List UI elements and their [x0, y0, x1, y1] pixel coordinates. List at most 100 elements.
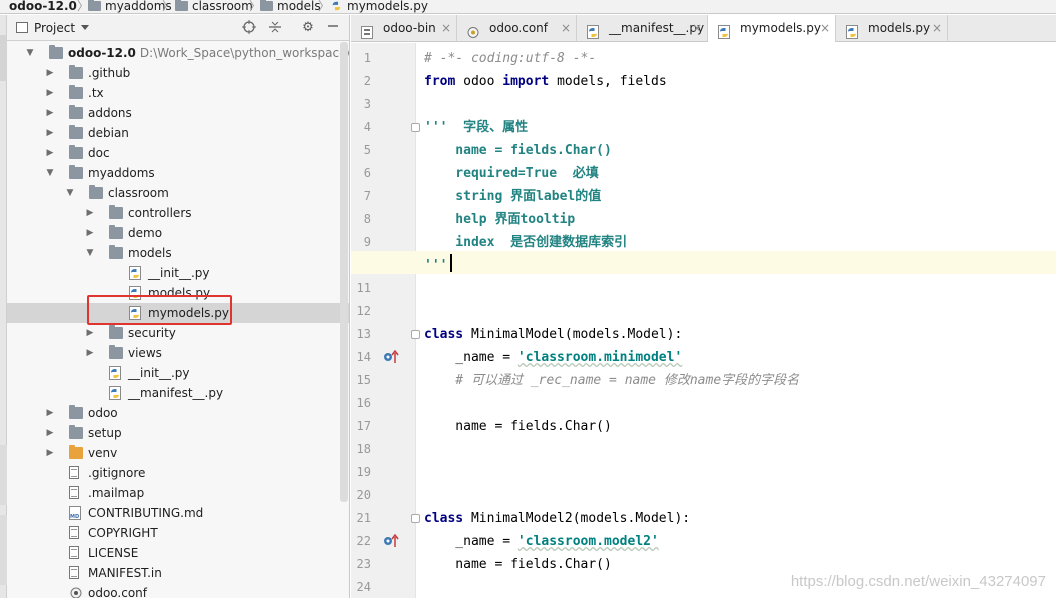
code-line[interactable]: _name = 'classroom.minimodel': [424, 346, 682, 369]
tree-item-manifest-in[interactable]: MANIFEST.in: [7, 563, 349, 583]
breadcrumb-separator: 〉: [318, 0, 331, 13]
code-line[interactable]: class MinimalModel(models.Model):: [424, 323, 682, 346]
chevron-right-icon[interactable]: ▶: [45, 123, 55, 143]
tree-item-init-py[interactable]: __init__.py: [7, 363, 349, 383]
code-line[interactable]: from odoo import models, fields: [424, 70, 667, 93]
tab-manifest-py[interactable]: __manifest__.py ×: [577, 15, 708, 42]
chevron-right-icon[interactable]: ▶: [45, 143, 55, 163]
tree-item-license[interactable]: LICENSE: [7, 543, 349, 563]
python-file-icon: [718, 22, 730, 39]
tree-item-label: myaddoms: [88, 166, 155, 180]
tree-item-label: .gitignore: [88, 466, 146, 480]
fold-icon[interactable]: [411, 330, 420, 339]
code-line[interactable]: name = fields.Char(): [424, 415, 612, 438]
tree-item-mailmap[interactable]: .mailmap: [7, 483, 349, 503]
tree-item-demo[interactable]: ▶ demo: [7, 223, 349, 243]
chevron-right-icon[interactable]: ▶: [85, 343, 95, 363]
code-line[interactable]: ''': [424, 254, 447, 277]
override-method-icon[interactable]: [383, 533, 399, 548]
tab-label: __manifest__.py: [609, 21, 705, 35]
tree-item-contributing-md[interactable]: MD CONTRIBUTING.md: [7, 503, 349, 523]
tree-item-security[interactable]: ▶ security: [7, 323, 349, 343]
folder-icon: [175, 0, 188, 11]
chevron-right-icon[interactable]: ▶: [85, 223, 95, 243]
folder-icon: [49, 45, 63, 59]
tree-item-copyright[interactable]: COPYRIGHT: [7, 523, 349, 543]
chevron-down-icon[interactable]: ▼: [45, 163, 55, 183]
code-editor[interactable]: 123456789101112131415161718192021222324 …: [351, 43, 1056, 598]
hide-panel-icon[interactable]: [325, 20, 341, 36]
project-view-selector[interactable]: Project: [16, 21, 90, 35]
code-line[interactable]: _name = 'classroom.model2': [424, 530, 659, 553]
chevron-right-icon[interactable]: ▶: [85, 323, 95, 343]
tree-item-views[interactable]: ▶ views: [7, 343, 349, 363]
code-line[interactable]: string 界面label的值: [424, 185, 601, 208]
close-icon[interactable]: ×: [441, 15, 451, 42]
code-line[interactable]: name = fields.Char(): [424, 139, 612, 162]
locate-file-icon[interactable]: [241, 20, 257, 36]
code-line[interactable]: ''' 字段、属性: [424, 116, 528, 139]
code-line[interactable]: help 界面tooltip: [424, 208, 575, 231]
close-icon[interactable]: ×: [561, 15, 571, 42]
tree-item-gitignore[interactable]: .gitignore: [7, 463, 349, 483]
tree-item-init-py[interactable]: __init__.py: [7, 263, 349, 283]
tree-item-setup[interactable]: ▶ setup: [7, 423, 349, 443]
breadcrumb-item-classroom[interactable]: classroom: [175, 0, 253, 13]
gear-icon[interactable]: ⚙: [300, 20, 316, 36]
chevron-right-icon[interactable]: ▶: [45, 83, 55, 103]
breadcrumb-item-project[interactable]: odoo-12.0: [9, 0, 77, 13]
tab-models-py[interactable]: models.py ×: [836, 15, 948, 42]
chevron-right-icon[interactable]: ▶: [45, 443, 55, 463]
chevron-down-icon[interactable]: ▼: [25, 43, 35, 63]
tree-item-addons[interactable]: ▶ addons: [7, 103, 349, 123]
tree-item-controllers[interactable]: ▶ controllers: [7, 203, 349, 223]
line-number: 21: [356, 511, 371, 525]
tree-item-doc[interactable]: ▶ doc: [7, 143, 349, 163]
tree-item-odoo-conf[interactable]: odoo.conf: [7, 583, 349, 598]
tab-mymodels-py[interactable]: mymodels.py ×: [708, 15, 836, 43]
override-method-icon[interactable]: [383, 349, 399, 364]
chevron-right-icon[interactable]: ▶: [45, 403, 55, 423]
breadcrumb-item-myaddoms[interactable]: myaddoms: [88, 0, 172, 13]
code-line[interactable]: required=True 必填: [424, 162, 598, 185]
tree-item-manifest-py[interactable]: __manifest__.py: [7, 383, 349, 403]
text-cursor: [450, 254, 452, 272]
tree-item-github[interactable]: ▶ .github: [7, 63, 349, 83]
code-line[interactable]: index 是否创建数据库索引: [424, 231, 627, 254]
close-icon[interactable]: ×: [692, 15, 702, 42]
structure-tool-button[interactable]: [0, 445, 7, 505]
code-line[interactable]: # 可以通过 _rec_name = name 修改name字段的字段名: [424, 369, 799, 392]
tree-item-odoo-12-0[interactable]: ▼ odoo-12.0 D:\Work_Space\python_workspace…: [7, 43, 349, 63]
text-file-icon: [69, 526, 79, 539]
project-scrollbar[interactable]: [340, 42, 348, 502]
tab-odoo-bin[interactable]: odoo-bin ×: [351, 15, 457, 42]
tree-item-myaddoms[interactable]: ▼ myaddoms: [7, 163, 349, 183]
code-line[interactable]: class MinimalModel2(models.Model):: [424, 507, 690, 530]
tree-item-classroom[interactable]: ▼ classroom: [7, 183, 349, 203]
collapse-all-icon[interactable]: [267, 20, 283, 36]
chevron-right-icon[interactable]: ▶: [45, 103, 55, 123]
tree-item-debian[interactable]: ▶ debian: [7, 123, 349, 143]
breadcrumb-item-file[interactable]: mymodels.py: [330, 0, 428, 13]
tree-item-tx[interactable]: ▶ .tx: [7, 83, 349, 103]
project-tool-button[interactable]: [0, 35, 7, 81]
favorites-tool-button[interactable]: [0, 515, 7, 585]
fold-icon[interactable]: [411, 123, 420, 132]
fold-icon[interactable]: [411, 514, 420, 523]
tree-item-venv[interactable]: ▶ venv: [7, 443, 349, 463]
close-icon[interactable]: ×: [820, 15, 830, 42]
markdown-file-icon: MD: [69, 506, 81, 520]
close-icon[interactable]: ×: [932, 15, 942, 42]
tree-item-models[interactable]: ▼ models: [7, 243, 349, 263]
chevron-right-icon[interactable]: ▶: [45, 423, 55, 443]
tab-odoo-conf[interactable]: odoo.conf ×: [457, 15, 577, 42]
code-line[interactable]: # -*- coding:utf-8 -*-: [424, 47, 596, 70]
chevron-down-icon[interactable]: ▼: [85, 243, 95, 263]
chevron-right-icon[interactable]: ▶: [45, 63, 55, 83]
tree-item-odoo[interactable]: ▶ odoo: [7, 403, 349, 423]
line-number: 18: [356, 442, 371, 456]
code-line[interactable]: name = fields.Char(): [424, 553, 612, 576]
chevron-right-icon[interactable]: ▶: [85, 203, 95, 223]
chevron-down-icon[interactable]: ▼: [65, 183, 75, 203]
breadcrumb-item-models[interactable]: models: [260, 0, 321, 13]
